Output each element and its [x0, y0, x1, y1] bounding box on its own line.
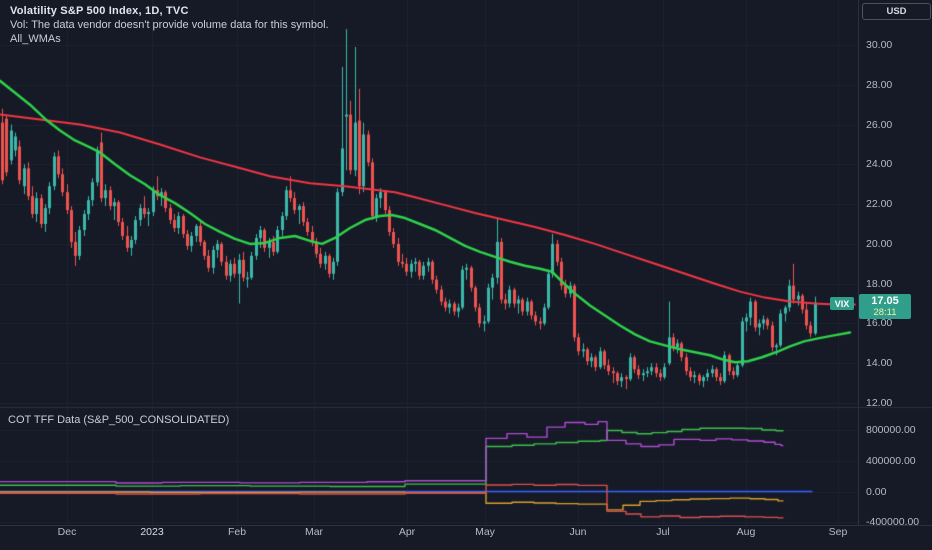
time-tick-label: Aug [736, 526, 756, 538]
price-tick-label: 12.00 [866, 397, 893, 410]
time-tick-label: Feb [227, 526, 247, 538]
time-tick-label: Apr [398, 526, 416, 538]
time-tick-label: 2023 [140, 526, 164, 538]
price-tick-label: 24.00 [866, 158, 893, 171]
time-scale[interactable]: Dec 2023 Feb Mar Apr May Jun Jul Aug Sep [0, 525, 932, 550]
time-tick-label: May [475, 526, 495, 538]
time-tick-label: Jul [656, 526, 670, 538]
time-tick-label: Dec [57, 526, 77, 538]
symbol-title[interactable]: Volatility S&P 500 Index, 1D, TVC [10, 5, 329, 18]
indicator-label-wmas[interactable]: All_WMAs [10, 33, 329, 46]
chart-legend: Volatility S&P 500 Index, 1D, TVC Vol: T… [10, 5, 329, 46]
indicator-label-cot[interactable]: COT TFF Data (S&P_500_CONSOLIDATED) [8, 414, 229, 426]
time-tick-label: Jun [569, 526, 587, 538]
price-tick-label: 14.00 [866, 357, 893, 370]
price-tick-label: 16.00 [866, 317, 893, 330]
price-tick-label: 26.00 [866, 118, 893, 131]
time-tick-label: Mar [304, 526, 324, 538]
cot-tick-label: 800000.00 [866, 423, 916, 436]
price-tick-label: 18.00 [866, 277, 893, 290]
time-tick-label: Sep [828, 526, 848, 538]
cot-tick-label: 400000.00 [866, 454, 916, 467]
price-tick-label: 28.00 [866, 78, 893, 91]
price-tick-label: 22.00 [866, 198, 893, 211]
cot-tick-label: 0.00 [866, 485, 887, 498]
price-tick-label: 30.00 [866, 39, 893, 51]
volume-status-text[interactable]: Vol: The data vendor doesn't provide vol… [10, 19, 329, 32]
price-tick-label: 20.00 [866, 237, 893, 250]
price-scale[interactable]: 30.00 28.00 26.00 24.00 22.00 20.00 18.00 16.00… [858, 0, 932, 528]
symbol-marker-badge: VIX [830, 297, 854, 310]
price-chart-canvas[interactable] [0, 0, 932, 550]
trading-chart-window: Volatility S&P 500 Index, 1D, TVC Vol: T… [0, 0, 932, 550]
